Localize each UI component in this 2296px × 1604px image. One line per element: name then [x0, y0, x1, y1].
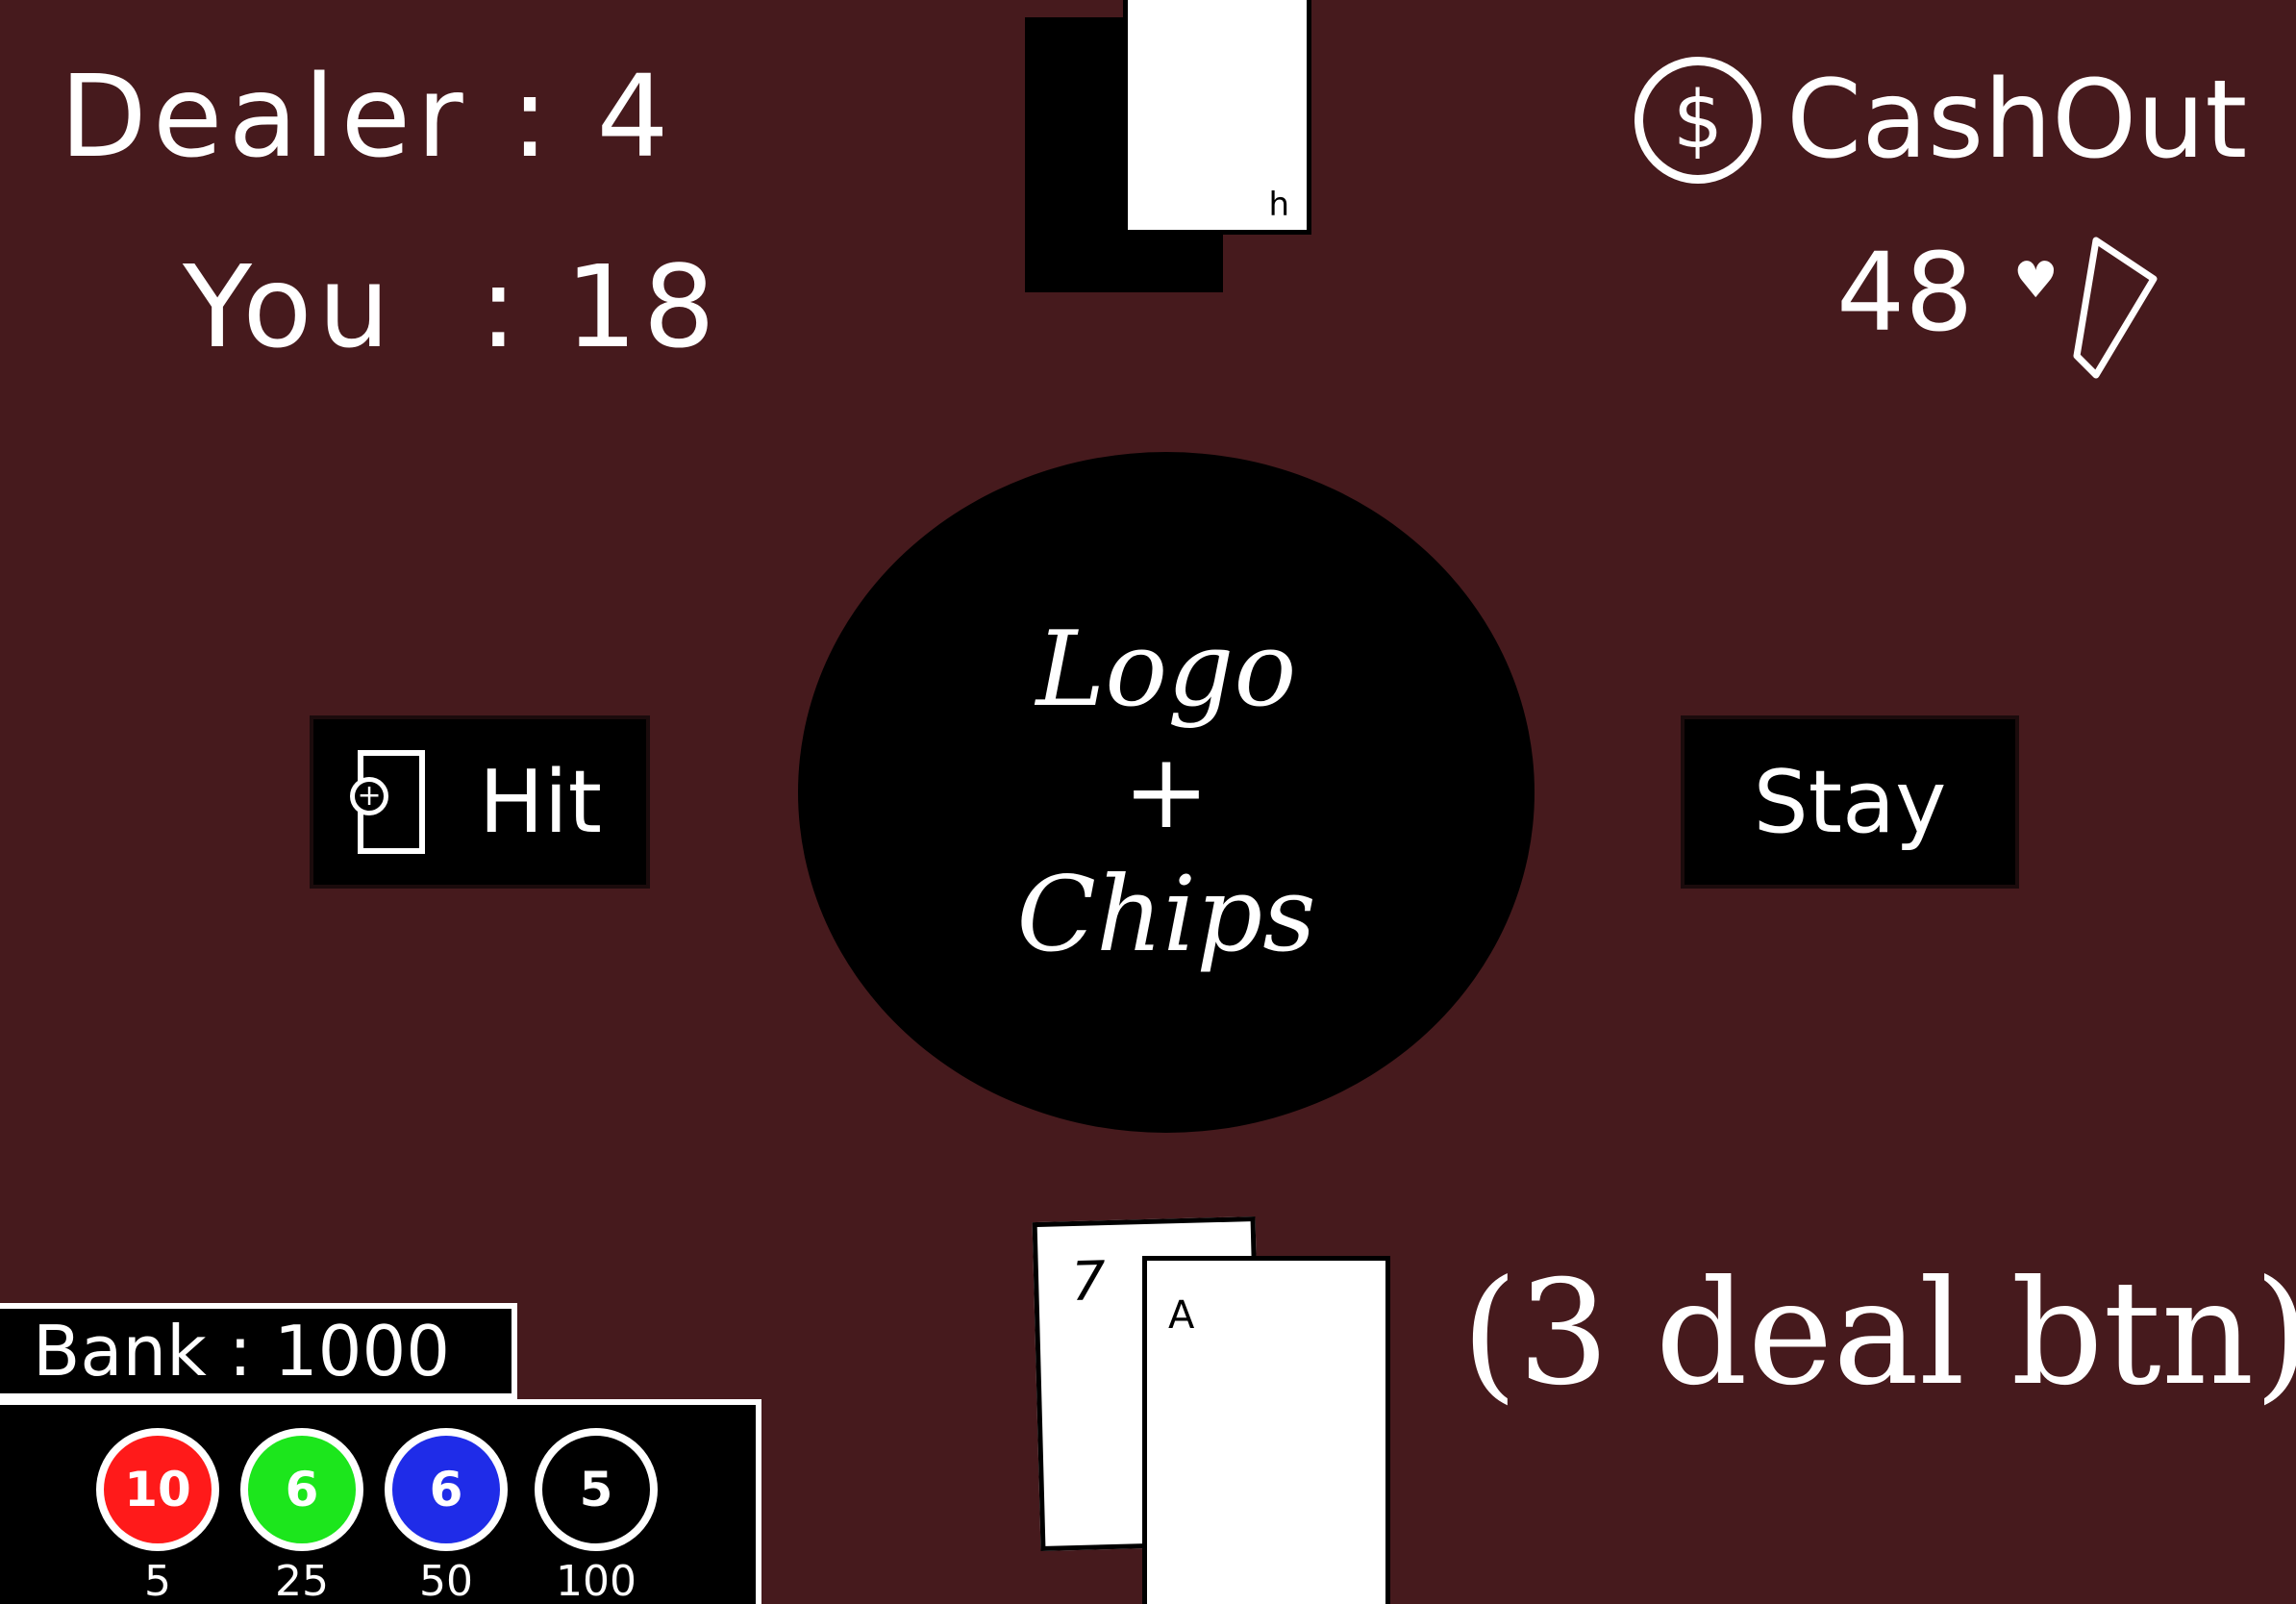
hit-button[interactable]: + Hit	[310, 715, 650, 889]
dealer-card-visible: h	[1123, 0, 1311, 235]
dealer-score-value: 4	[596, 50, 675, 183]
hit-button-label: Hit	[479, 751, 602, 853]
stay-button-label: Stay	[1753, 751, 1947, 853]
dollar-icon: $	[1635, 57, 1761, 184]
logo-line-2: +	[1122, 732, 1210, 853]
logo-line-1: Logo	[1036, 609, 1297, 730]
chip-50-value: 50	[419, 1557, 473, 1604]
player-card-1-rank: 7	[1070, 1250, 1107, 1315]
chip-25[interactable]: 6	[240, 1428, 363, 1551]
heart-symbol: ♥	[2013, 252, 2059, 310]
player-score: You : 18	[183, 250, 721, 363]
player-score-separator: :	[395, 240, 565, 373]
chip-5-count: 10	[124, 1462, 191, 1517]
bank-label: Bank	[33, 1311, 207, 1391]
deck-icon: ♥	[1990, 221, 2173, 385]
chip-100-value: 100	[556, 1557, 636, 1604]
chip-50[interactable]: 6	[385, 1428, 508, 1551]
chip-5-value: 5	[144, 1557, 171, 1604]
logo-chip-drop-area: Logo + Chips	[798, 452, 1535, 1133]
dealer-card-rank: h	[1268, 186, 1289, 224]
cashout-label: CashOut	[1786, 58, 2248, 183]
dealer-score-separator: :	[468, 50, 597, 183]
player-score-label: You	[183, 240, 396, 373]
chip-50-count: 6	[429, 1462, 463, 1517]
plus-icon: +	[350, 777, 389, 815]
chip-100-count: 5	[579, 1462, 613, 1517]
chip-25-count: 6	[285, 1462, 319, 1517]
bank-value: 1000	[273, 1311, 451, 1391]
player-card-2-rank: A	[1168, 1293, 1195, 1338]
dealer-score-label: Dealer	[60, 50, 469, 183]
player-card-2: A	[1142, 1256, 1390, 1604]
bank-display: Bank : 1000	[0, 1303, 517, 1399]
chip-5[interactable]: 10	[96, 1428, 219, 1551]
deck-count-value: 48	[1836, 231, 1974, 356]
chip-tray: 10 5 6 25 6 50 5 100	[0, 1399, 761, 1604]
chip-25-value: 25	[275, 1557, 329, 1604]
cashout-button[interactable]: $ CashOut	[1635, 48, 2250, 192]
stay-button[interactable]: Stay	[1681, 715, 2019, 889]
add-card-icon: +	[350, 750, 426, 854]
deck-counter: 48	[1836, 231, 1974, 356]
player-score-value: 18	[564, 240, 721, 373]
deal-button-hint: (3 deal btn)	[1461, 1250, 2296, 1417]
dealer-score: Dealer : 4	[60, 60, 675, 173]
chip-100[interactable]: 5	[535, 1428, 658, 1551]
logo-line-3: Chips	[1016, 854, 1316, 975]
bank-separator: :	[206, 1311, 274, 1391]
